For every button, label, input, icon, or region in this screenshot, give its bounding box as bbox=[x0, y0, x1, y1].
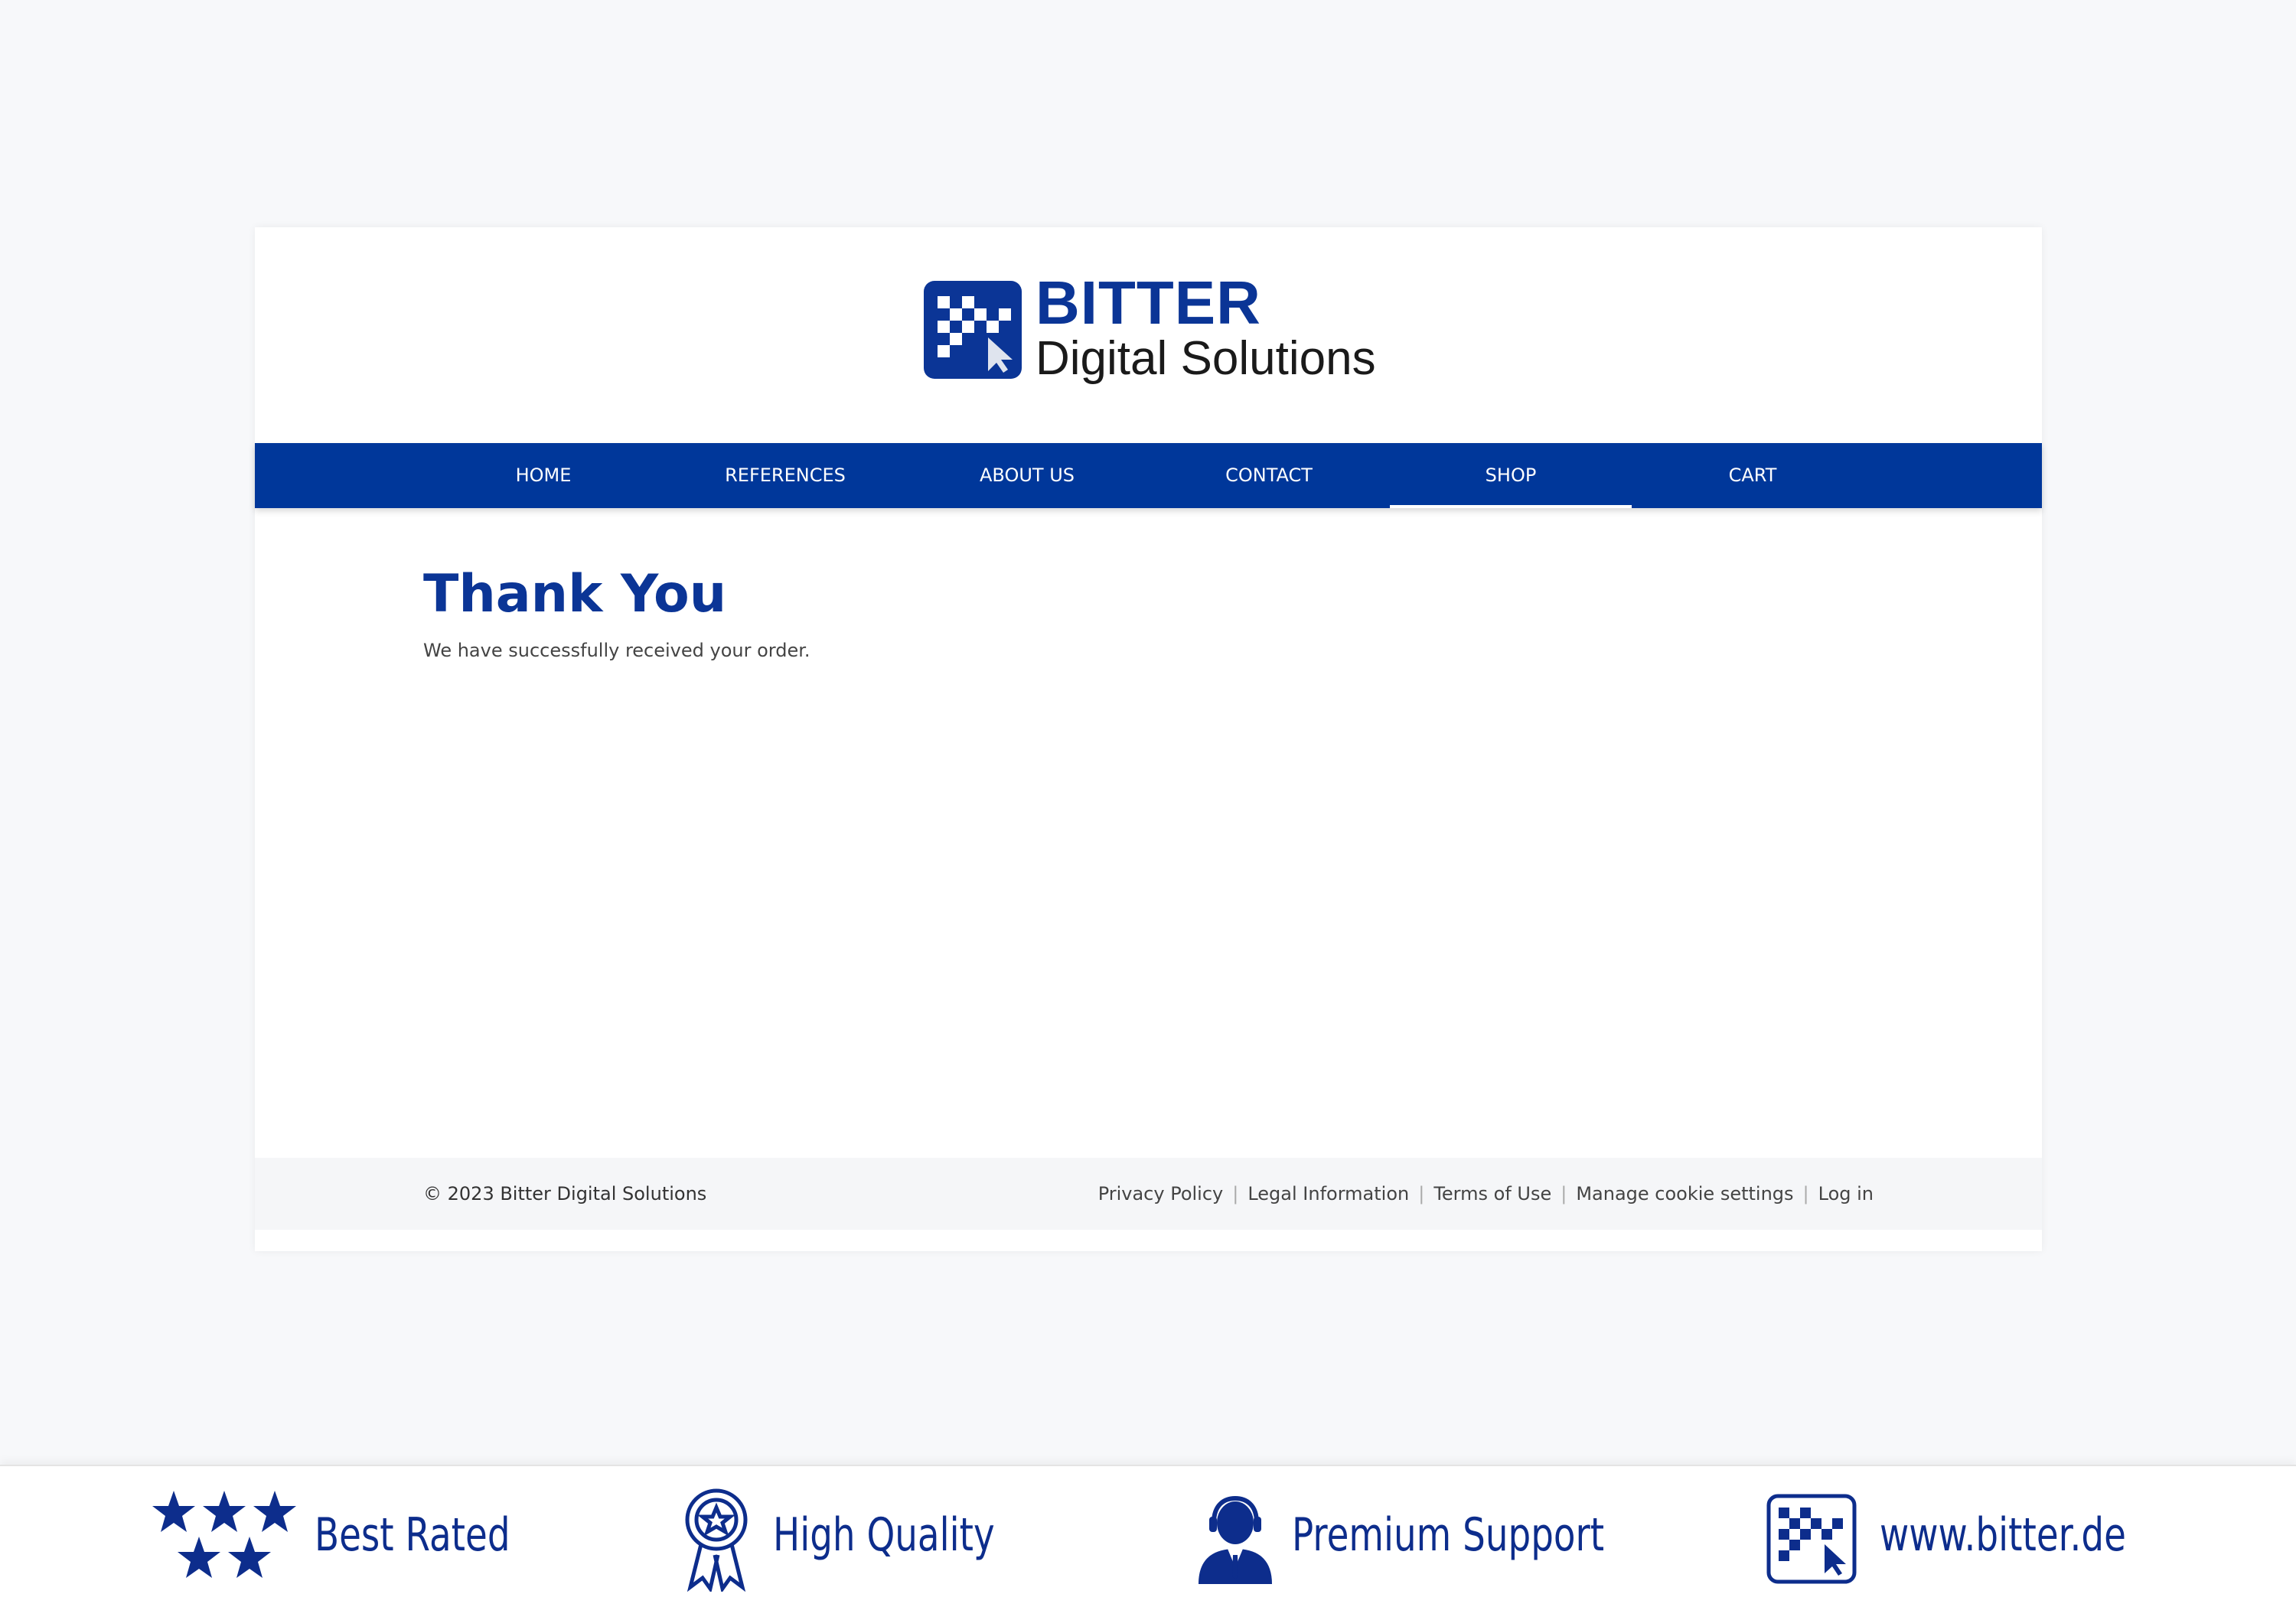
page-title: Thank You bbox=[423, 564, 727, 624]
terms-of-use-link[interactable]: Terms of Use bbox=[1433, 1183, 1551, 1204]
footer-separator: | bbox=[1802, 1183, 1809, 1204]
log-in-link[interactable]: Log in bbox=[1818, 1183, 1874, 1204]
site-logo[interactable]: BITTER Digital Solutions bbox=[924, 269, 1398, 391]
nav-item-about-us[interactable]: ABOUT US bbox=[906, 443, 1148, 508]
badge-best-rated: Best Rated bbox=[149, 1466, 547, 1607]
logo-subtitle: Digital Solutions bbox=[1035, 332, 1376, 385]
badge-label: Premium Support bbox=[1292, 1508, 1605, 1562]
badge-website: www.bitter.de bbox=[1766, 1466, 2164, 1607]
page-card: BITTER Digital Solutions HOME REFERENCES… bbox=[255, 227, 2042, 1251]
manage-cookie-settings-link[interactable]: Manage cookie settings bbox=[1576, 1183, 1793, 1204]
privacy-policy-link[interactable]: Privacy Policy bbox=[1098, 1183, 1224, 1204]
logo-title: BITTER bbox=[1035, 269, 1261, 337]
trust-banner: Best Rated High Quality Premium Support … bbox=[0, 1465, 2296, 1607]
badge-high-quality: High Quality bbox=[680, 1466, 1032, 1607]
nav-item-cart[interactable]: CART bbox=[1632, 443, 1874, 508]
nav-item-home[interactable]: HOME bbox=[422, 443, 664, 508]
footer: © 2023 Bitter Digital Solutions Privacy … bbox=[255, 1158, 2042, 1230]
badge-premium-support: Premium Support bbox=[1194, 1466, 1630, 1607]
award-ribbon-icon bbox=[685, 1488, 748, 1592]
badge-label: High Quality bbox=[773, 1508, 995, 1562]
footer-separator: | bbox=[1232, 1183, 1239, 1204]
stars-icon bbox=[152, 1491, 296, 1578]
support-agent-icon bbox=[1199, 1495, 1272, 1584]
bitter-logo-icon bbox=[924, 281, 1022, 379]
order-confirmation-message: We have successfully received your order… bbox=[423, 640, 810, 661]
copyright-text: © 2023 Bitter Digital Solutions bbox=[423, 1183, 707, 1204]
footer-links: Privacy Policy | Legal Information | Terms o… bbox=[1098, 1158, 1874, 1230]
legal-information-link[interactable]: Legal Information bbox=[1247, 1183, 1409, 1204]
badge-label: Best Rated bbox=[315, 1508, 510, 1562]
main-navigation: HOME REFERENCES ABOUT US CONTACT SHOP CA… bbox=[255, 443, 2042, 508]
footer-separator: | bbox=[1418, 1183, 1425, 1204]
footer-separator: | bbox=[1561, 1183, 1567, 1204]
nav-item-contact[interactable]: CONTACT bbox=[1148, 443, 1390, 508]
bitter-logo-icon bbox=[1766, 1494, 1857, 1584]
nav-item-shop[interactable]: SHOP bbox=[1390, 443, 1632, 508]
badge-label[interactable]: www.bitter.de bbox=[1880, 1497, 2126, 1573]
nav-item-references[interactable]: REFERENCES bbox=[664, 443, 906, 508]
